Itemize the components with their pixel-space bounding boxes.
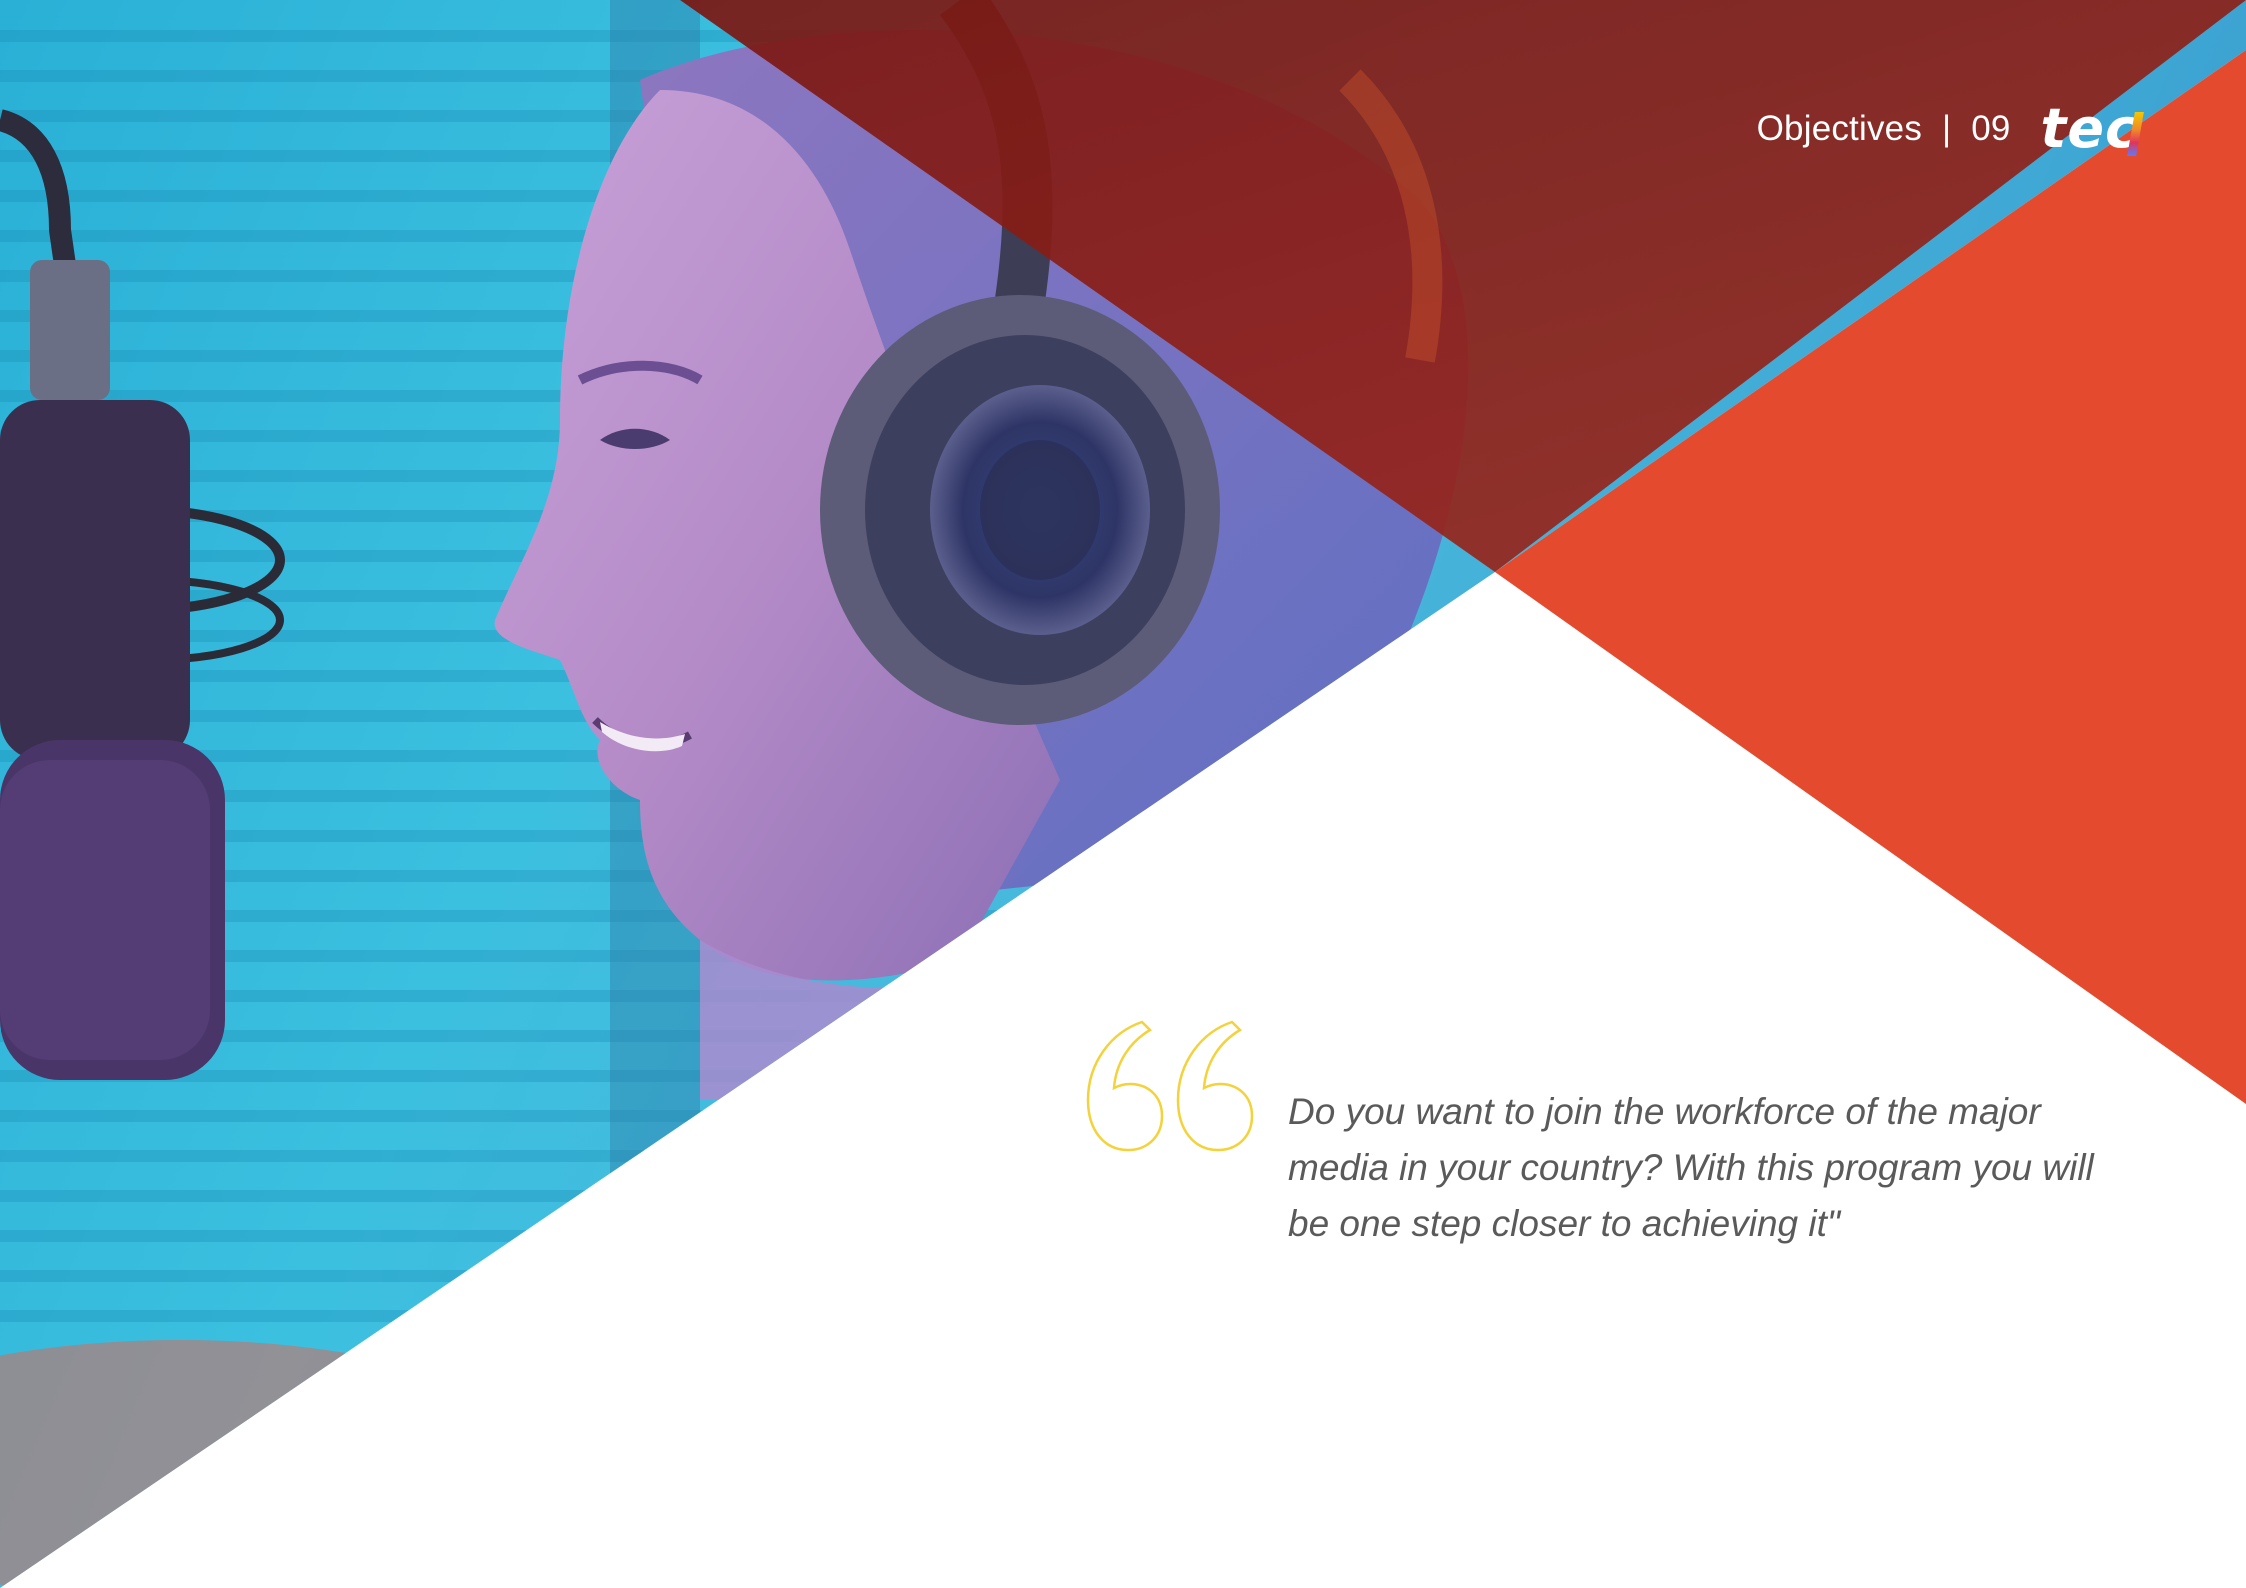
tech-logo: tec xyxy=(2041,102,2144,156)
page-header: Objectives | 09 tec xyxy=(1757,102,2144,156)
section-title: Objectives xyxy=(1756,109,1923,148)
quote-text: Do you want to join the workforce of the… xyxy=(1288,1091,2094,1244)
header-separator: | xyxy=(1941,109,1952,148)
background-artwork xyxy=(0,0,2246,1588)
logo-text: tec xyxy=(2040,97,2138,160)
brochure-page: Objectives | 09 tec Do you want to join … xyxy=(0,0,2246,1588)
header-label: Objectives | 09 xyxy=(1757,109,2011,149)
opening-quote-icon xyxy=(1086,1020,1254,1152)
page-number: 09 xyxy=(1971,109,2011,148)
